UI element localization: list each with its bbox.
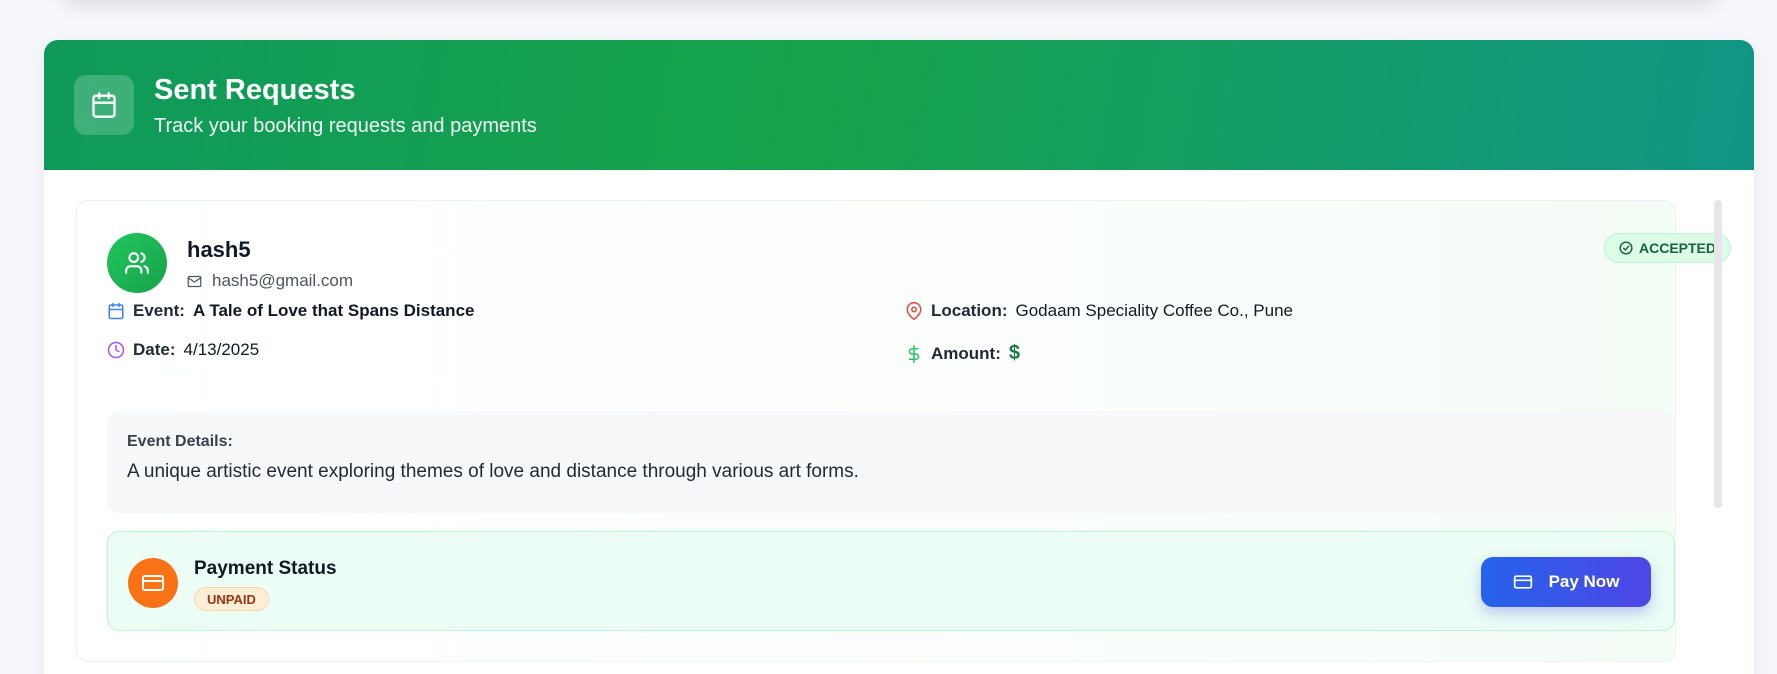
date-label: Date:	[133, 340, 176, 359]
date-row: Date: 4/13/2025	[107, 340, 259, 360]
event-details-label: Event Details:	[127, 433, 233, 450]
map-pin-icon	[905, 302, 923, 320]
date-value: 4/13/2025	[183, 340, 260, 359]
credit-card-icon	[128, 558, 178, 608]
scrollbar[interactable]	[1714, 200, 1722, 508]
amount-value: $	[1008, 342, 1020, 364]
location-label: Location:	[931, 301, 1008, 320]
check-circle-icon	[1619, 241, 1633, 255]
event-details-box: Event Details: A unique artistic event e…	[107, 411, 1675, 513]
mail-icon	[187, 274, 202, 289]
credit-card-icon	[1513, 572, 1533, 592]
sent-requests-panel: Sent Requests Track your booking request…	[44, 40, 1754, 674]
location-row: Location: Godaam Speciality Coffee Co., …	[905, 301, 1293, 321]
page-subtitle: Track your booking requests and payments	[154, 115, 537, 137]
calendar-icon	[107, 302, 125, 320]
amount-row: Amount: $	[905, 342, 1020, 365]
page-title: Sent Requests	[154, 74, 356, 106]
calendar-icon	[74, 75, 134, 135]
event-value: A Tale of Love that Spans Distance	[192, 301, 475, 320]
status-badge-label: ACCEPTED	[1639, 240, 1717, 256]
clock-icon	[107, 341, 125, 359]
request-card: hash5 hash5@gmail.com ACCEPTED Event: A …	[76, 200, 1732, 662]
pay-now-button[interactable]: Pay Now	[1481, 557, 1651, 607]
payment-status-title: Payment Status	[194, 558, 337, 579]
event-row: Event: A Tale of Love that Spans Distanc…	[107, 301, 474, 321]
users-icon	[107, 233, 167, 293]
event-label: Event:	[133, 301, 185, 320]
panel-header: Sent Requests Track your booking request…	[44, 40, 1754, 170]
event-details-text: A unique artistic event exploring themes…	[127, 461, 859, 482]
status-badge: ACCEPTED	[1604, 233, 1732, 263]
requester-name: hash5	[187, 237, 251, 262]
amount-label: Amount:	[931, 343, 1001, 363]
pay-now-label: Pay Now	[1548, 572, 1620, 591]
requester-email-row: hash5@gmail.com	[187, 271, 353, 291]
payment-status-box: Payment Status UNPAID Pay Now	[107, 531, 1675, 631]
payment-status-badge: UNPAID	[194, 587, 269, 611]
dollar-icon	[905, 344, 923, 363]
location-value: Godaam Speciality Coffee Co., Pune	[1015, 301, 1294, 320]
requester-email: hash5@gmail.com	[212, 271, 354, 290]
